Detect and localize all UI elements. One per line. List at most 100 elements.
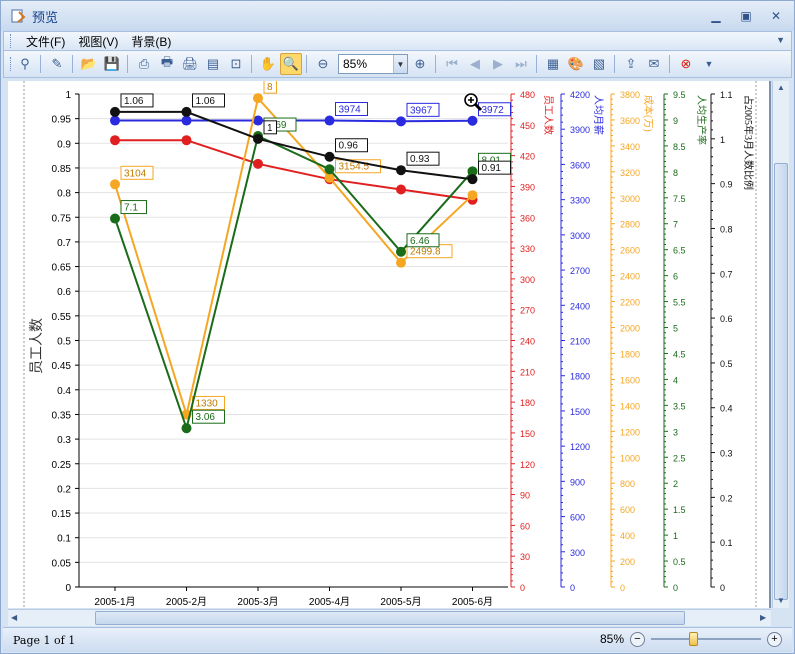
quick-print-icon[interactable]: 🖨	[179, 53, 201, 75]
axis-tick-label: 420	[520, 152, 535, 162]
watermark-icon[interactable]: ▧	[588, 53, 610, 75]
axis-tick-label: 1800	[570, 372, 590, 382]
menu-grip[interactable]	[10, 34, 13, 48]
axis-tick-label: 2200	[620, 298, 640, 308]
axis-tick-label: 9	[673, 116, 678, 126]
customize-icon[interactable]: ✎	[46, 53, 68, 75]
window-title: 预览	[32, 9, 59, 25]
last-page-icon[interactable]: ⏭	[510, 53, 532, 75]
open-folder-icon[interactable]: 📂	[78, 53, 100, 75]
axis-tick-label: 1400	[620, 401, 640, 411]
menu-file[interactable]: 文件(F)	[26, 33, 65, 50]
y-tick-label: 0.85	[52, 164, 72, 175]
preview-viewport[interactable]: 0 0.05 0.1 0.15 0.2 0.25 0.3 0.35 0.4 0.45 0.5 0.55…	[8, 81, 771, 608]
zoom-slider-knob[interactable]	[689, 632, 698, 646]
axis-tick-label: 0	[673, 583, 678, 593]
close-preview-icon[interactable]: ⊗	[675, 53, 697, 75]
print-icon[interactable]: 🖶	[156, 53, 178, 75]
axis-tick-label: 0.6	[720, 314, 733, 324]
axis-tick-label: 200	[620, 557, 635, 567]
export-icon[interactable]: ⇪	[620, 53, 642, 75]
find-icon[interactable]: ⚲	[14, 53, 36, 75]
chart: 00.050.10.150.20.250.30.350.40.450.50.55…	[23, 81, 757, 608]
y-axis-title: 员工人数	[29, 318, 45, 374]
y-tick-label: 0	[65, 583, 71, 594]
y-tick-label: 0.95	[52, 115, 72, 126]
save-icon[interactable]: 💾	[101, 53, 123, 75]
page-setup-icon[interactable]: ▤	[202, 53, 224, 75]
data-point	[324, 115, 335, 126]
axis-tick-label: 0.5	[720, 359, 733, 369]
scale-icon[interactable]: ⊡	[225, 53, 247, 75]
y-tick-label: 0.8	[57, 189, 71, 200]
print-setup-icon[interactable]: ⎙	[133, 53, 155, 75]
multiple-pages-icon[interactable]: ▦	[542, 53, 564, 75]
axis-tick-label: 8.5	[673, 142, 686, 152]
axis-tick-label: 0.3	[720, 449, 733, 459]
minimize-button[interactable]: ▁	[704, 7, 728, 25]
vertical-scrollbar[interactable]: ▲ ▼	[772, 81, 789, 608]
menu-view[interactable]: 视图(V)	[78, 33, 118, 50]
zoom-select[interactable]: 85% ▼	[338, 54, 408, 74]
hand-tool-icon[interactable]: ✋	[257, 53, 279, 75]
axis-tick-label: 30	[520, 552, 530, 562]
close-window-button[interactable]: ✕	[764, 7, 788, 25]
toolbar-overflow-icon[interactable]: ▼	[698, 53, 720, 75]
axis-tick-label: 120	[520, 460, 535, 470]
y-tick-label: 0.15	[52, 509, 72, 520]
data-point	[110, 179, 120, 190]
series-line	[114, 134, 474, 432]
axis-tick-label: 1	[720, 135, 725, 145]
scroll-down-icon[interactable]: ▼	[777, 596, 785, 605]
menu-background[interactable]: 背景(B)	[131, 33, 171, 50]
axis-tick-label: 240	[520, 337, 535, 347]
toolbar: ⚲ ✎ 📂 💾 ⎙ 🖶 🖨 ▤ ⊡ ✋ 🔍 ⊖ 85% ▼ ⊕ ⏮ ◀ ▶ ⏭ …	[3, 51, 792, 78]
next-page-icon[interactable]: ▶	[487, 53, 509, 75]
axis-tick-label: 3300	[570, 196, 590, 206]
axis-tick-label: 7	[673, 220, 678, 230]
prev-page-icon[interactable]: ◀	[464, 53, 486, 75]
data-point	[396, 184, 406, 195]
scroll-left-icon[interactable]: ◀	[11, 613, 17, 622]
y-tick-label: 0.05	[52, 558, 72, 569]
zoom-out-icon[interactable]: ⊖	[312, 53, 334, 75]
zoom-slider[interactable]	[651, 631, 761, 647]
axis-tick-label: 0.1	[720, 538, 733, 548]
first-page-icon[interactable]: ⏮	[441, 53, 463, 75]
horizontal-scroll-thumb[interactable]	[95, 611, 685, 625]
zoom-in-icon[interactable]: ⊕	[409, 53, 431, 75]
axis-tick-label: 0.5	[673, 557, 686, 567]
axis-tick-label: 3.5	[673, 401, 686, 411]
axis-tick-label: 0.2	[720, 493, 733, 503]
data-label: 7.1	[124, 203, 138, 214]
axis-tick-label: 450	[520, 121, 535, 131]
axis-tick-label: 2400	[570, 301, 590, 311]
data-label: 3974	[339, 105, 362, 116]
axis-title: 占2005年3月人数比例	[742, 95, 755, 190]
axis-tick-label: 270	[520, 306, 535, 316]
email-icon[interactable]: ✉	[643, 53, 665, 75]
zoom-percentage: 85%	[599, 632, 624, 646]
scroll-right-icon[interactable]: ▶	[760, 613, 766, 622]
axis-tick-label: 2000	[620, 324, 640, 334]
axis-tick-label: 390	[520, 182, 535, 192]
y-tick-label: 1	[65, 90, 71, 101]
x-tick-label: 2005-6月	[452, 596, 493, 608]
maximize-button[interactable]: ▣	[734, 7, 758, 25]
vertical-scroll-thumb[interactable]	[774, 163, 788, 600]
zoom-decrease-icon[interactable]: −	[630, 631, 645, 647]
magnifier-tool-icon[interactable]: 🔍	[280, 53, 302, 75]
axis-title: 成本(万)	[642, 95, 655, 132]
x-tick-label: 2005-3月	[237, 596, 278, 608]
y-tick-label: 0.55	[52, 312, 72, 323]
fill-background-icon[interactable]: 🎨	[565, 53, 587, 75]
menu-overflow-icon[interactable]: ▼	[776, 35, 785, 45]
toolbar-grip[interactable]	[10, 57, 13, 71]
data-label: 3967	[410, 105, 433, 116]
zoom-increase-icon[interactable]: +	[767, 631, 782, 647]
y-tick-label: 0.25	[52, 460, 72, 471]
x-tick-label: 2005-4月	[309, 596, 350, 608]
zoom-dropdown-icon[interactable]: ▼	[393, 55, 407, 73]
scroll-up-icon[interactable]: ▲	[777, 83, 785, 92]
horizontal-scrollbar[interactable]: ◀ ▶	[8, 609, 771, 626]
